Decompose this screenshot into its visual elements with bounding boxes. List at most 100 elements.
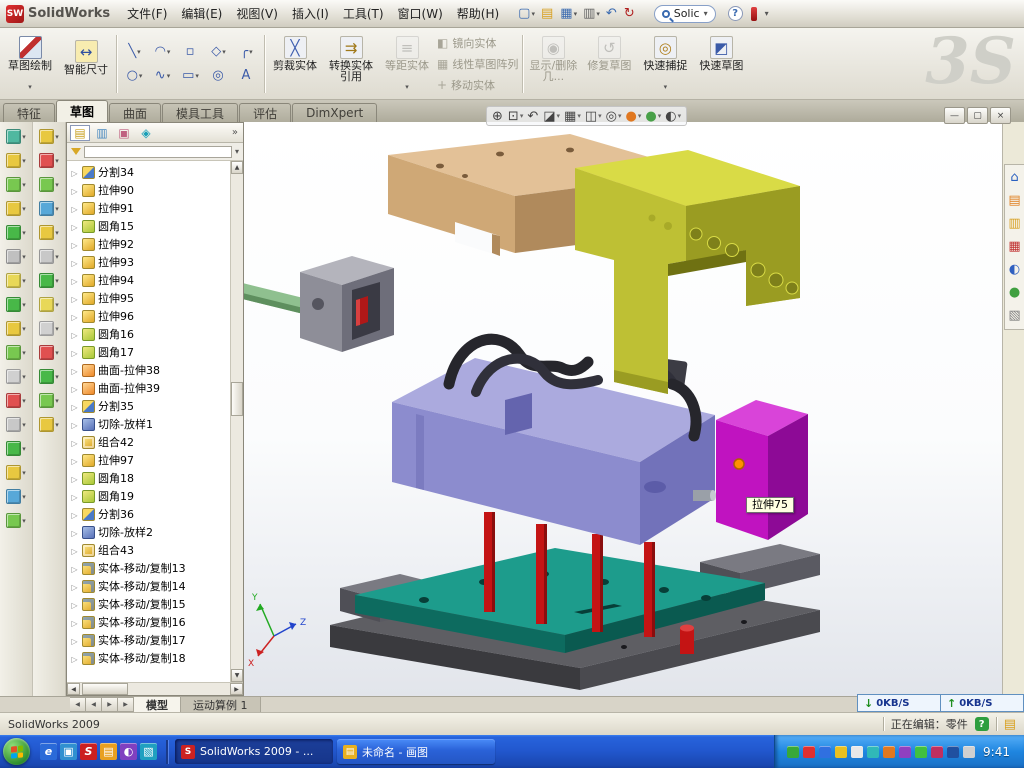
view-orientation-icon[interactable]: ▦ ▾ [563,110,582,123]
feature-tree-item[interactable]: 圆角16 [67,325,230,343]
start-button[interactable] [3,738,30,765]
expand-arrow-icon[interactable] [70,526,79,539]
point-tool-icon[interactable]: ▫ [177,40,204,63]
expand-arrow-icon[interactable] [70,238,79,251]
feature-tree-item[interactable]: 拉伸95 [67,289,230,307]
tree-vertical-scrollbar[interactable] [230,161,243,682]
rectangle-tool-icon[interactable]: ▭ ▾ [177,64,204,87]
feature-tree-item[interactable]: 分割34 [67,163,230,181]
left-toolbar-button[interactable]: ▾ [6,225,26,240]
expand-arrow-icon[interactable] [70,364,79,377]
view-settings-icon[interactable]: ◐ ▾ [664,110,682,123]
restore-doc-button[interactable]: ▢ [967,107,988,124]
left-toolbar-button[interactable]: ▾ [6,489,26,504]
feature-tree-item[interactable]: 实体-移动/复制15 [67,595,230,613]
feature-tree-item[interactable]: 分割35 [67,397,230,415]
expand-arrow-icon[interactable] [70,652,79,665]
tray-icon[interactable] [787,746,799,758]
menu-item[interactable]: 编辑(E) [174,2,229,25]
feature-tree-item[interactable]: 组合43 [67,541,230,559]
left-toolbar-button[interactable]: ▾ [6,393,26,408]
status-help-icon[interactable]: ? [975,717,989,731]
left-toolbar-button[interactable]: ▾ [39,201,59,216]
expand-arrow-icon[interactable] [70,562,79,575]
tab-nav-button[interactable]: ◀ [86,697,102,712]
previous-view-icon[interactable]: ↶ [526,110,540,123]
left-toolbar-button[interactable]: ▾ [39,345,59,360]
command-tab[interactable]: 草图 [56,100,108,122]
command-tab[interactable]: 模具工具 [162,103,238,122]
graphics-viewport[interactable]: Y Z X 拉伸75 [244,122,1002,696]
scroll-right-icon[interactable] [230,683,243,695]
feature-tree-item[interactable]: 组合42 [67,433,230,451]
menu-item[interactable]: 帮助(H) [450,2,506,25]
model-yellow-bracket[interactable] [575,150,800,394]
expand-arrow-icon[interactable] [70,400,79,413]
tray-icon[interactable] [963,746,975,758]
options-icon[interactable] [751,7,757,21]
tray-icon[interactable] [947,746,959,758]
smart-dimension-button[interactable]: ↔ 智能尺寸 [60,40,112,87]
show-desktop-icon[interactable]: ▣ [60,743,77,760]
expand-arrow-icon[interactable] [70,382,79,395]
expand-arrow-icon[interactable] [70,274,79,287]
solidworks-launcher-icon[interactable]: S [80,743,97,760]
dimxpert-manager-tab[interactable]: ◈ [136,125,156,141]
tray-icon[interactable] [835,746,847,758]
left-toolbar-button[interactable]: ▾ [6,465,26,480]
zoom-fit-icon[interactable]: ⊕ [491,110,505,123]
menu-item[interactable]: 窗口(W) [391,2,450,25]
spline-tool-icon[interactable]: ∿ ▾ [149,64,176,87]
scroll-down-icon[interactable] [231,669,243,682]
left-toolbar-button[interactable]: ▾ [6,177,26,192]
left-toolbar-button[interactable]: ▾ [39,225,59,240]
ellipse-tool-icon[interactable]: ◎ [205,64,232,87]
feature-tree-item[interactable]: 圆角18 [67,469,230,487]
expand-arrow-icon[interactable] [70,544,79,557]
expand-arrow-icon[interactable] [70,634,79,647]
expand-arrow-icon[interactable] [70,616,79,629]
left-toolbar-button[interactable]: ▾ [6,417,26,432]
feature-tree-item[interactable]: 圆角19 [67,487,230,505]
expand-arrow-icon[interactable] [70,508,79,521]
tray-icon[interactable] [883,746,895,758]
sketch-fillet-tool-icon[interactable]: ╭ ▾ [233,40,260,63]
tray-icon[interactable] [931,746,943,758]
circle-tool-icon[interactable]: ○ ▾ [121,64,148,87]
tray-icon[interactable] [819,746,831,758]
polygon-tool-icon[interactable]: ◇ ▾ [205,40,232,63]
arc-tool-icon[interactable]: ◠ ▾ [149,40,176,63]
filter-input[interactable] [84,146,232,158]
expand-arrow-icon[interactable] [70,292,79,305]
tray-icon[interactable] [851,746,863,758]
toolbar-button[interactable]: ▦ 线性草图阵列 [437,56,518,72]
command-tab[interactable]: 评估 [239,103,291,122]
menu-item[interactable]: 插入(I) [285,2,336,25]
command-tab[interactable]: DimXpert [292,103,377,122]
expand-arrow-icon[interactable] [70,472,79,485]
left-toolbar-button[interactable]: ▾ [39,273,59,288]
feature-tree-item[interactable]: 实体-移动/复制18 [67,649,230,667]
toolbar-button[interactable]: ◩ 快速草图 [695,36,747,91]
expand-arrow-icon[interactable] [70,454,79,467]
search-caret-icon[interactable]: ▾ [704,9,708,18]
tray-icon[interactable] [803,746,815,758]
expand-arrow-icon[interactable] [70,310,79,323]
expand-arrow-icon[interactable] [70,490,79,503]
tray-icon[interactable] [899,746,911,758]
toolbar-button[interactable]: ⇉ 转换实体引用 [325,36,377,91]
tab-nav-button[interactable]: ▶ [102,697,118,712]
left-toolbar-button[interactable]: ▾ [6,369,26,384]
feature-tree-item[interactable]: 曲面-拉伸39 [67,379,230,397]
feature-tree-item[interactable]: 拉伸94 [67,271,230,289]
taskbar-task-button[interactable]: S SolidWorks 2009 - ... [175,739,333,764]
expand-arrow-icon[interactable] [70,328,79,341]
feature-tree-item[interactable]: 拉伸96 [67,307,230,325]
undo-icon[interactable]: ↶ [604,6,620,21]
feature-tree-tab[interactable]: ▤ [70,125,90,141]
feature-tree-item[interactable]: 圆角17 [67,343,230,361]
home-icon[interactable]: ⌂ [1010,171,1018,185]
browser-icon[interactable]: e [40,743,57,760]
open-folder-icon[interactable]: ▤ [539,6,556,21]
expand-arrow-icon[interactable] [70,184,79,197]
